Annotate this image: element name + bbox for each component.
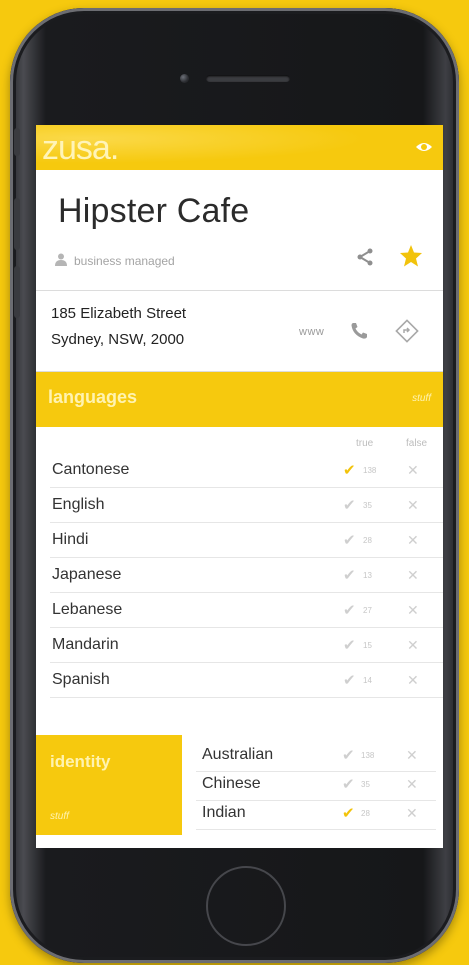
true-count: 28 xyxy=(363,536,372,545)
language-name: Lebanese xyxy=(52,601,123,618)
language-row: Lebanese ✔ 27 ✕ xyxy=(50,593,443,628)
check-icon[interactable]: ✔ xyxy=(343,496,356,514)
earpiece-speaker xyxy=(206,75,290,82)
phone-icon[interactable] xyxy=(349,321,369,341)
true-count: 138 xyxy=(363,466,377,475)
vote-column-headers: true false xyxy=(36,427,443,453)
cross-icon[interactable]: ✕ xyxy=(407,532,419,549)
identity-name: Chinese xyxy=(202,775,261,792)
cross-icon[interactable]: ✕ xyxy=(406,776,418,793)
languages-section-header: languages stuff xyxy=(36,372,443,427)
volume-up-button xyxy=(14,198,20,250)
check-icon[interactable]: ✔ xyxy=(342,775,355,793)
true-count: 13 xyxy=(363,571,372,580)
language-row: Japanese ✔ 13 ✕ xyxy=(50,558,443,593)
business-managed-label: business managed xyxy=(54,252,175,269)
true-count: 28 xyxy=(361,809,370,818)
language-row: English ✔ 35 ✕ xyxy=(50,488,443,523)
check-icon[interactable]: ✔ xyxy=(343,671,356,689)
language-name: Cantonese xyxy=(52,461,130,478)
language-row: Hindi ✔ 28 ✕ xyxy=(50,523,443,558)
languages-title: languages xyxy=(48,387,138,407)
true-count: 35 xyxy=(363,501,372,510)
address-line-2: Sydney, NSW, 2000 xyxy=(51,331,185,348)
identity-stuff-link[interactable]: stuff xyxy=(50,811,69,822)
identity-title: identity xyxy=(50,752,111,771)
place-header: Hipster Cafe business managed xyxy=(36,170,443,291)
identity-section: identity stuff Australian ✔ 138 ✕ Chinese ✔ 35… xyxy=(36,735,443,848)
language-row: Cantonese ✔ 138 ✕ xyxy=(50,453,443,488)
check-icon[interactable]: ✔ xyxy=(343,566,356,584)
languages-list: Cantonese ✔ 138 ✕ English ✔ 35 ✕ Hindi ✔ 28 ✕ Japane… xyxy=(36,453,443,698)
eye-icon[interactable] xyxy=(415,139,433,155)
share-icon[interactable] xyxy=(354,246,376,268)
check-icon[interactable]: ✔ xyxy=(343,531,356,549)
address-section: 185 Elizabeth Street Sydney, NSW, 2000 w… xyxy=(36,291,443,372)
language-name: Hindi xyxy=(52,531,89,548)
mute-switch xyxy=(14,128,20,156)
false-column-header: false xyxy=(406,438,428,449)
true-count: 27 xyxy=(363,606,372,615)
check-icon[interactable]: ✔ xyxy=(343,636,356,654)
directions-icon[interactable] xyxy=(395,319,419,343)
cross-icon[interactable]: ✕ xyxy=(407,637,419,654)
cross-icon[interactable]: ✕ xyxy=(407,602,419,619)
identity-name: Australian xyxy=(202,746,274,763)
page-title: Hipster Cafe xyxy=(58,192,250,230)
app-screen: zusa. Hipster Cafe business managed 185 … xyxy=(36,125,443,848)
cross-icon[interactable]: ✕ xyxy=(407,462,419,479)
check-icon[interactable]: ✔ xyxy=(343,461,356,479)
language-name: Spanish xyxy=(52,671,110,688)
identity-row: Chinese ✔ 35 ✕ xyxy=(196,771,436,801)
language-name: Mandarin xyxy=(52,636,119,653)
check-icon[interactable]: ✔ xyxy=(342,804,355,822)
cross-icon[interactable]: ✕ xyxy=(407,497,419,514)
star-icon[interactable] xyxy=(399,244,423,268)
language-name: Japanese xyxy=(52,566,122,583)
cross-icon[interactable]: ✕ xyxy=(406,747,418,764)
identity-row: Australian ✔ 138 ✕ xyxy=(196,742,436,772)
cross-icon[interactable]: ✕ xyxy=(406,805,418,822)
language-row: Spanish ✔ 14 ✕ xyxy=(50,663,443,698)
cross-icon[interactable]: ✕ xyxy=(407,567,419,584)
person-icon xyxy=(54,252,68,269)
identity-panel: identity stuff xyxy=(36,735,182,835)
volume-down-button xyxy=(14,266,20,318)
true-count: 14 xyxy=(363,676,372,685)
app-logo: zusa. xyxy=(42,129,119,167)
front-camera xyxy=(180,74,189,83)
address-line-1: 185 Elizabeth Street xyxy=(51,305,187,322)
language-name: English xyxy=(52,496,105,513)
identity-row: Indian ✔ 28 ✕ xyxy=(196,800,436,830)
language-row: Mandarin ✔ 15 ✕ xyxy=(50,628,443,663)
check-icon[interactable]: ✔ xyxy=(343,601,356,619)
home-button[interactable] xyxy=(206,866,286,946)
true-count: 138 xyxy=(361,751,375,760)
managed-text: business managed xyxy=(74,253,175,268)
languages-stuff-link[interactable]: stuff xyxy=(412,393,431,404)
cross-icon[interactable]: ✕ xyxy=(407,672,419,689)
identity-name: Indian xyxy=(202,804,246,821)
true-count: 15 xyxy=(363,641,372,650)
website-link[interactable]: www xyxy=(299,326,324,338)
true-count: 35 xyxy=(361,780,370,789)
check-icon[interactable]: ✔ xyxy=(342,746,355,764)
true-column-header: true xyxy=(356,438,374,449)
app-header: zusa. xyxy=(36,125,443,170)
